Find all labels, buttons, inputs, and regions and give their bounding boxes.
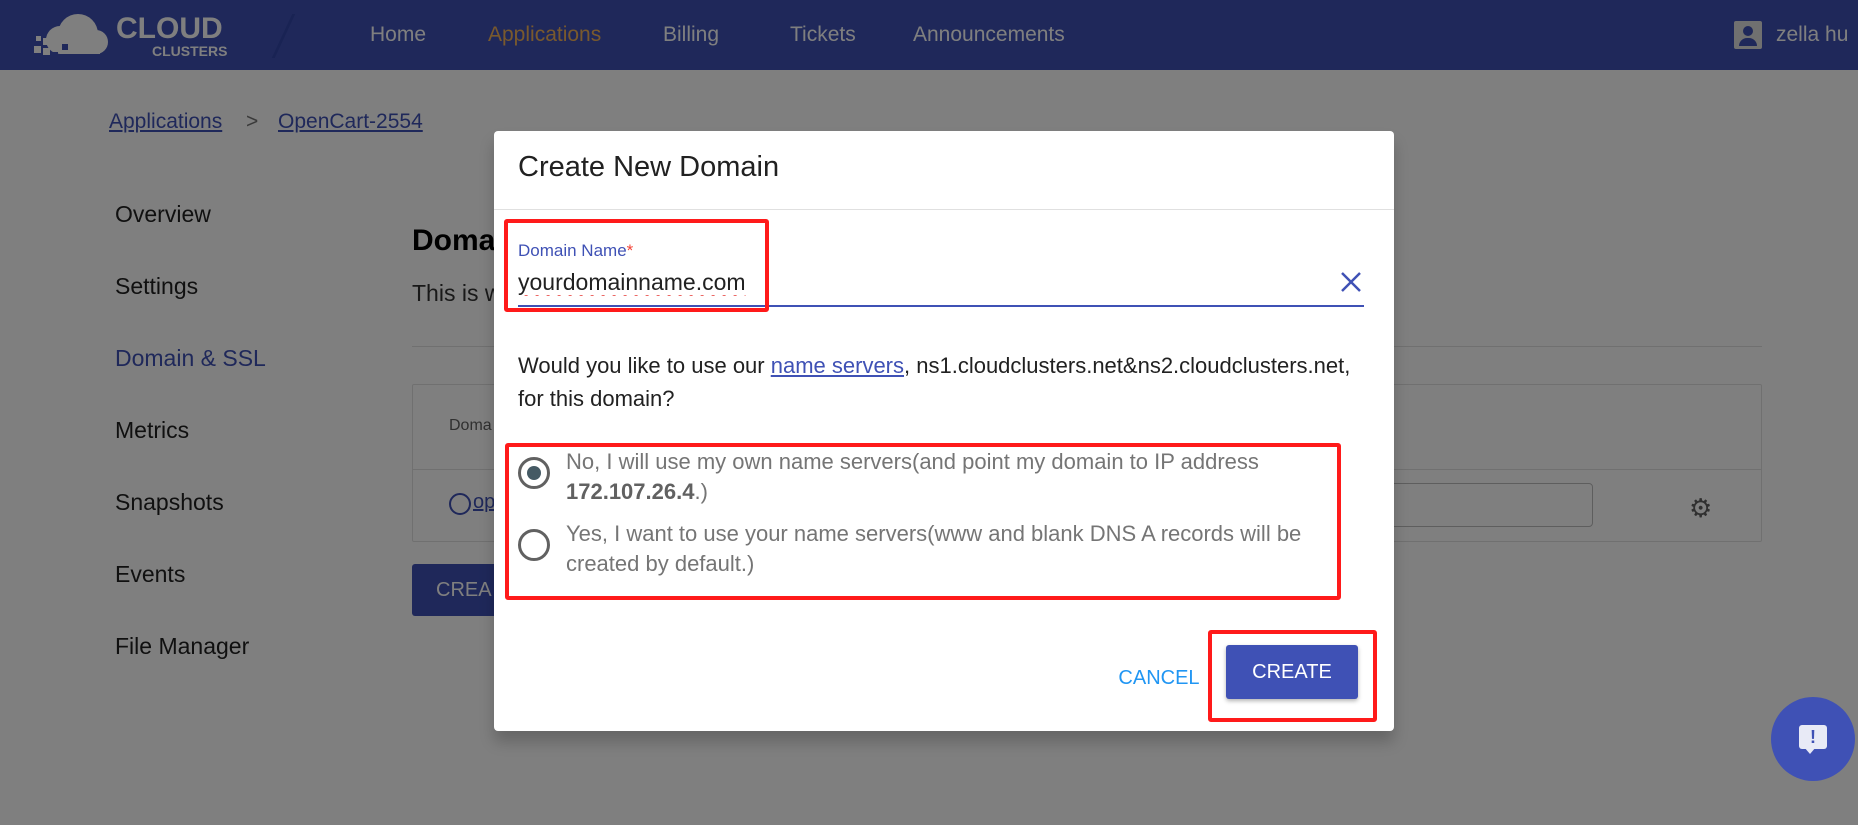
highlight-nameserver-options	[505, 443, 1341, 600]
chat-button[interactable]: !	[1771, 697, 1855, 781]
dialog-divider	[494, 209, 1394, 210]
chat-alert-icon: !	[1799, 725, 1827, 754]
nameserver-question: Would you like to use our name servers, …	[518, 353, 1351, 411]
highlight-create-button	[1208, 630, 1377, 722]
name-servers-link[interactable]: name servers	[771, 353, 904, 378]
close-icon[interactable]	[1336, 267, 1366, 297]
dialog-title: Create New Domain	[518, 151, 780, 183]
highlight-domain-field	[504, 219, 769, 312]
